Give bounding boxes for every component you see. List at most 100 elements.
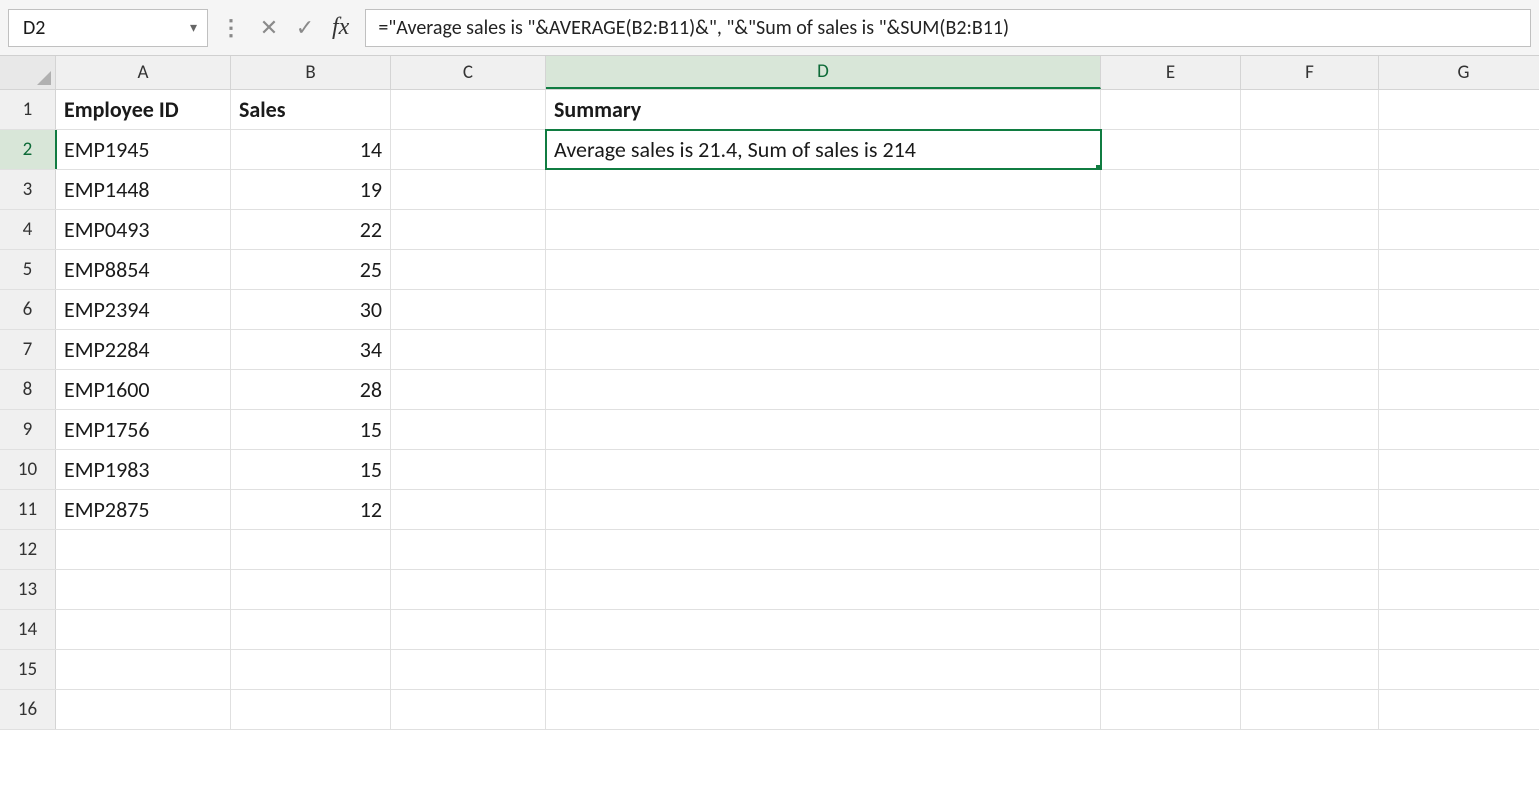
- cell-E5[interactable]: [1101, 250, 1241, 289]
- cell-E13[interactable]: [1101, 570, 1241, 609]
- row-header[interactable]: 11: [0, 490, 56, 529]
- formula-input[interactable]: ="Average sales is "&AVERAGE(B2:B11)&", …: [365, 9, 1531, 47]
- cell-B10[interactable]: 15: [231, 450, 391, 489]
- column-header-c[interactable]: C: [391, 56, 546, 89]
- cell-D4[interactable]: [546, 210, 1101, 249]
- cell-C15[interactable]: [391, 650, 546, 689]
- cell-G8[interactable]: [1379, 370, 1539, 409]
- cell-G3[interactable]: [1379, 170, 1539, 209]
- cell-F16[interactable]: [1241, 690, 1379, 729]
- cell-C6[interactable]: [391, 290, 546, 329]
- row-header[interactable]: 9: [0, 410, 56, 449]
- cell-A6[interactable]: EMP2394: [56, 290, 231, 329]
- row-header[interactable]: 12: [0, 530, 56, 569]
- cell-C12[interactable]: [391, 530, 546, 569]
- cell-A8[interactable]: EMP1600: [56, 370, 231, 409]
- cell-B11[interactable]: 12: [231, 490, 391, 529]
- cell-C9[interactable]: [391, 410, 546, 449]
- cell-F5[interactable]: [1241, 250, 1379, 289]
- cell-A2[interactable]: EMP1945: [56, 130, 231, 169]
- cell-E2[interactable]: [1101, 130, 1241, 169]
- cell-C7[interactable]: [391, 330, 546, 369]
- cell-D11[interactable]: [546, 490, 1101, 529]
- cell-A11[interactable]: EMP2875: [56, 490, 231, 529]
- row-header[interactable]: 2: [0, 130, 56, 169]
- cell-F6[interactable]: [1241, 290, 1379, 329]
- cell-F4[interactable]: [1241, 210, 1379, 249]
- cell-C14[interactable]: [391, 610, 546, 649]
- name-box[interactable]: D2 ▾: [8, 9, 208, 47]
- cell-E9[interactable]: [1101, 410, 1241, 449]
- cell-B5[interactable]: 25: [231, 250, 391, 289]
- column-header-b[interactable]: B: [231, 56, 391, 89]
- cell-F7[interactable]: [1241, 330, 1379, 369]
- cell-B8[interactable]: 28: [231, 370, 391, 409]
- cancel-icon[interactable]: ✕: [254, 13, 284, 43]
- cell-C13[interactable]: [391, 570, 546, 609]
- chevron-down-icon[interactable]: ▾: [190, 19, 197, 36]
- row-header[interactable]: 10: [0, 450, 56, 489]
- cell-B2[interactable]: 14: [231, 130, 391, 169]
- cell-D6[interactable]: [546, 290, 1101, 329]
- cell-G4[interactable]: [1379, 210, 1539, 249]
- cell-D9[interactable]: [546, 410, 1101, 449]
- cell-D16[interactable]: [546, 690, 1101, 729]
- cell-E8[interactable]: [1101, 370, 1241, 409]
- cell-D13[interactable]: [546, 570, 1101, 609]
- cell-B4[interactable]: 22: [231, 210, 391, 249]
- cell-G16[interactable]: [1379, 690, 1539, 729]
- cell-A12[interactable]: [56, 530, 231, 569]
- cell-C11[interactable]: [391, 490, 546, 529]
- select-all-corner[interactable]: [0, 56, 56, 89]
- cell-D14[interactable]: [546, 610, 1101, 649]
- cell-F1[interactable]: [1241, 90, 1379, 129]
- cell-A9[interactable]: EMP1756: [56, 410, 231, 449]
- cell-C4[interactable]: [391, 210, 546, 249]
- cell-D15[interactable]: [546, 650, 1101, 689]
- row-header[interactable]: 16: [0, 690, 56, 729]
- fx-icon[interactable]: fx: [326, 14, 359, 41]
- cell-A15[interactable]: [56, 650, 231, 689]
- cell-E15[interactable]: [1101, 650, 1241, 689]
- cell-B9[interactable]: 15: [231, 410, 391, 449]
- cell-A4[interactable]: EMP0493: [56, 210, 231, 249]
- cell-B6[interactable]: 30: [231, 290, 391, 329]
- cell-B3[interactable]: 19: [231, 170, 391, 209]
- cell-G12[interactable]: [1379, 530, 1539, 569]
- cell-A3[interactable]: EMP1448: [56, 170, 231, 209]
- cell-G1[interactable]: [1379, 90, 1539, 129]
- cell-C1[interactable]: [391, 90, 546, 129]
- cell-B7[interactable]: 34: [231, 330, 391, 369]
- row-header[interactable]: 8: [0, 370, 56, 409]
- cell-G7[interactable]: [1379, 330, 1539, 369]
- cell-E6[interactable]: [1101, 290, 1241, 329]
- cell-C2[interactable]: [391, 130, 546, 169]
- cell-C3[interactable]: [391, 170, 546, 209]
- cell-E14[interactable]: [1101, 610, 1241, 649]
- cell-G15[interactable]: [1379, 650, 1539, 689]
- cell-E7[interactable]: [1101, 330, 1241, 369]
- cell-A14[interactable]: [56, 610, 231, 649]
- cell-B1[interactable]: Sales: [231, 90, 391, 129]
- cell-E3[interactable]: [1101, 170, 1241, 209]
- cell-D2[interactable]: Average sales is 21.4, Sum of sales is 2…: [546, 130, 1101, 169]
- cell-E16[interactable]: [1101, 690, 1241, 729]
- cell-G14[interactable]: [1379, 610, 1539, 649]
- cell-G11[interactable]: [1379, 490, 1539, 529]
- cell-F13[interactable]: [1241, 570, 1379, 609]
- cell-B15[interactable]: [231, 650, 391, 689]
- cell-G2[interactable]: [1379, 130, 1539, 169]
- cell-D10[interactable]: [546, 450, 1101, 489]
- row-header[interactable]: 3: [0, 170, 56, 209]
- cell-D1[interactable]: Summary: [546, 90, 1101, 129]
- cell-E1[interactable]: [1101, 90, 1241, 129]
- cell-A7[interactable]: EMP2284: [56, 330, 231, 369]
- cell-F2[interactable]: [1241, 130, 1379, 169]
- cell-B16[interactable]: [231, 690, 391, 729]
- cell-F15[interactable]: [1241, 650, 1379, 689]
- column-header-g[interactable]: G: [1379, 56, 1539, 89]
- cell-F8[interactable]: [1241, 370, 1379, 409]
- cell-D5[interactable]: [546, 250, 1101, 289]
- cell-C8[interactable]: [391, 370, 546, 409]
- cell-C10[interactable]: [391, 450, 546, 489]
